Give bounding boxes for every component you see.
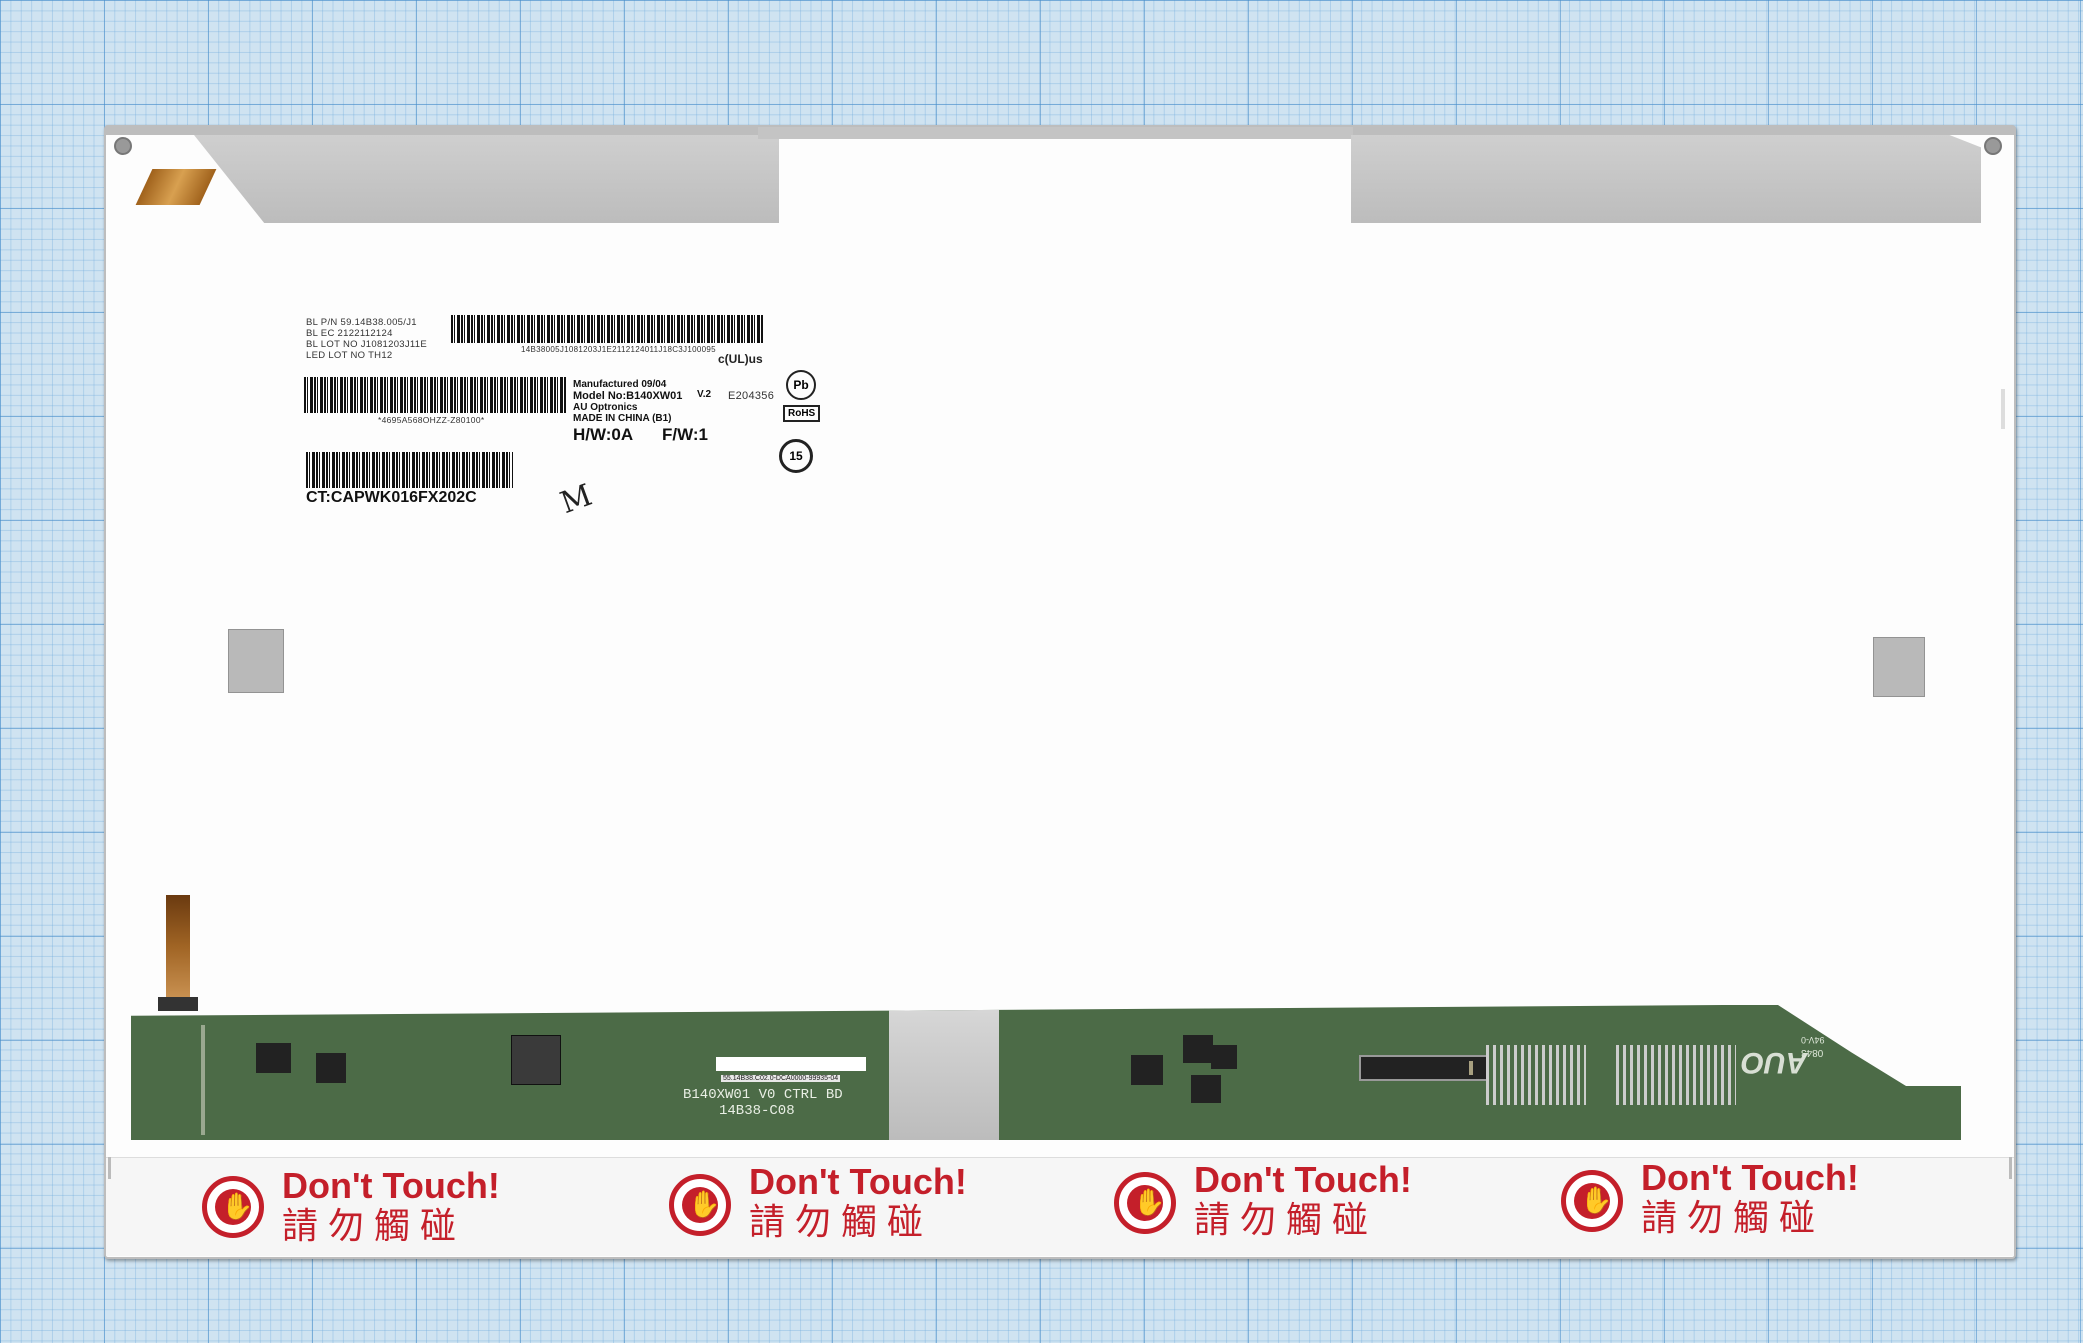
handwritten-mark: M [555, 477, 597, 522]
bl-part-number: BL P/N 59.14B38.005/J1 [306, 317, 417, 328]
barcode-3 [306, 452, 513, 488]
right-backlight-clip [1351, 135, 1981, 223]
control-board: 55.14B38.C02.0-DCA0000-99935-04 B140XW01… [131, 1005, 1961, 1140]
bl-lot-number: BL LOT NO J1081203J11E [306, 339, 428, 350]
auo-logo: AUO [1741, 1046, 1808, 1079]
barcode-2-caption: *4695A568OHZZ-Z80100* [378, 415, 485, 425]
side-mount-tab-right [2009, 1157, 2012, 1179]
flex-connector [158, 997, 198, 1011]
model-version: V.2 [697, 389, 712, 400]
center-shield-tape [889, 1005, 999, 1140]
recycle-years-label: 15 [789, 449, 803, 463]
barcode-2 [304, 377, 566, 413]
board-rating: 94V-0 [1801, 1035, 1825, 1045]
ic-chip-6 [1211, 1045, 1237, 1069]
bl-ec: BL EC 2122112124 [306, 328, 393, 339]
pb-free-icon: Pb [786, 370, 816, 400]
country-of-origin: MADE IN CHINA (B1) [573, 413, 672, 424]
board-sticker-text: 55.14B38.C02.0-DCA0000-99935-04 [721, 1075, 841, 1082]
tape-left [228, 629, 284, 693]
board-date-code: 0843 [1801, 1047, 1824, 1058]
pb-free-label: Pb [793, 378, 809, 392]
hand-icon: ✋ [221, 1191, 254, 1221]
manufactured-date: Manufactured 09/04 [573, 379, 667, 390]
left-backlight-clip [194, 135, 779, 223]
warning-title: Don't Touch! [282, 1165, 500, 1206]
side-tab [2001, 389, 2005, 429]
warning-label-4: ✋ Don't Touch! 請勿觸碰 [1561, 1158, 1941, 1248]
no-touch-hand-icon: ✋ [202, 1176, 264, 1238]
ct-code: CT:CAPWK016FX202C [306, 489, 477, 506]
firmware-version: F/W:1 [662, 425, 708, 444]
no-touch-hand-icon: ✋ [669, 1174, 731, 1236]
barcode-1-caption: 14B38005J1081203J1E2112124011J18C3J10009… [521, 345, 716, 354]
center-frame-bracket [758, 127, 1353, 139]
recycle-15-icon: 15 [779, 439, 813, 473]
ic-chip-5 [1191, 1075, 1221, 1103]
board-sticker [716, 1057, 866, 1071]
warning-title: Don't Touch! [1194, 1159, 1412, 1200]
warning-cjk: 請勿觸碰 [1641, 1197, 1826, 1238]
manufacturer: AU Optronics [573, 402, 638, 413]
warning-title: Don't Touch! [1641, 1157, 1859, 1198]
hand-icon: ✋ [1133, 1187, 1166, 1217]
board-name: B140XW01 V0 CTRL BD [683, 1087, 843, 1103]
warning-strip: ✋ Don't Touch! 請勿觸碰 ✋ Don't Touch! 請勿觸碰 … [106, 1157, 2014, 1256]
component-array-1 [1486, 1045, 1586, 1105]
timing-controller-chip [511, 1035, 561, 1085]
board-code: 14B38-C08 [719, 1103, 795, 1119]
connector-pin [1469, 1061, 1473, 1075]
ic-chip-4 [1183, 1035, 1213, 1063]
no-touch-hand-icon: ✋ [1114, 1172, 1176, 1234]
warning-cjk: 請勿觸碰 [749, 1201, 934, 1242]
model-number: Model No:B140XW01 [573, 390, 683, 402]
barcode-1 [451, 315, 763, 343]
no-touch-hand-icon: ✋ [1561, 1170, 1623, 1232]
ul-mark-icon: c(UL)us [718, 352, 763, 366]
component-array-2 [1616, 1045, 1736, 1105]
side-mount-tab-left [108, 1157, 111, 1179]
warning-title: Don't Touch! [749, 1161, 967, 1202]
warning-label-2: ✋ Don't Touch! 請勿觸碰 [669, 1162, 1049, 1252]
ic-chip-1 [256, 1043, 291, 1073]
board-trace [201, 1025, 205, 1135]
backlight-flex-cable-bottom [166, 895, 190, 997]
warning-cjk: 請勿觸碰 [282, 1205, 467, 1246]
ic-chip-3 [1131, 1055, 1163, 1085]
ul-file-number: E204356 [728, 390, 775, 402]
screw-top-left-icon [114, 137, 132, 155]
hardware-version: H/W:0A [573, 425, 634, 444]
rohs-badge: RoHS [783, 405, 821, 422]
led-lot-number: LED LOT NO TH12 [306, 350, 393, 361]
hand-icon: ✋ [1580, 1185, 1613, 1215]
lcd-panel: BL P/N 59.14B38.005/J1 BL EC 2122112124 … [104, 125, 2016, 1259]
warning-label-1: ✋ Don't Touch! 請勿觸碰 [202, 1164, 582, 1254]
ic-chip-2 [316, 1053, 346, 1083]
hand-icon: ✋ [688, 1189, 721, 1219]
tape-right [1873, 637, 1925, 697]
warning-cjk: 請勿觸碰 [1194, 1199, 1379, 1240]
backlight-flex-cable-top [135, 169, 217, 205]
screw-top-right-icon [1984, 137, 2002, 155]
warning-label-3: ✋ Don't Touch! 請勿觸碰 [1114, 1160, 1494, 1250]
